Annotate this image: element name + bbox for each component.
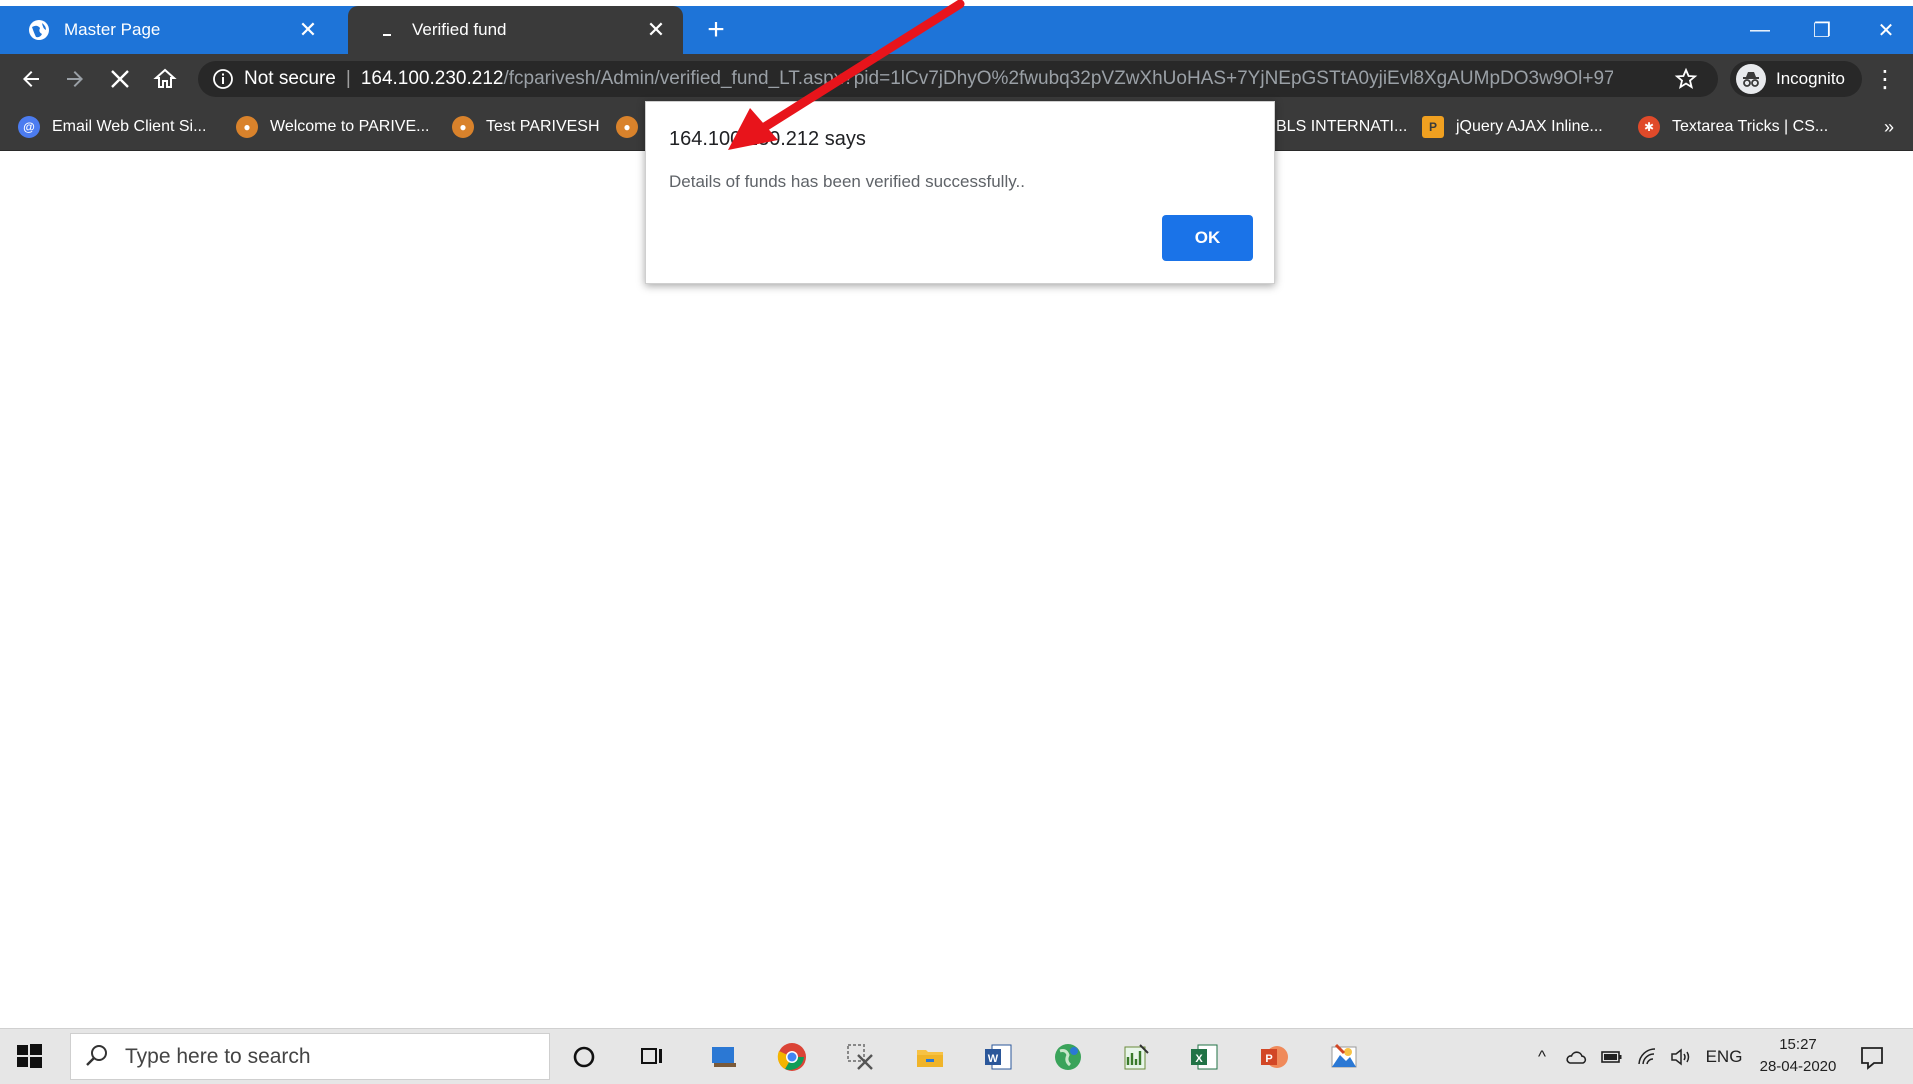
paint-icon[interactable] <box>1326 1039 1362 1075</box>
svg-text:X: X <box>1195 1053 1203 1065</box>
bookmark-label: Welcome to PARIVE... <box>270 118 430 135</box>
bookmark-favicon-icon: ✱ <box>1638 116 1660 138</box>
taskbar-search-box[interactable]: Type here to search <box>70 1033 550 1080</box>
close-window-button[interactable]: ✕ <box>1866 12 1906 48</box>
arrow-left-icon <box>23 71 39 87</box>
bookmark-item[interactable]: ● Test PARIVESH <box>452 112 600 142</box>
notification-icon[interactable] <box>1858 1043 1888 1073</box>
tab-verified-fund[interactable]: Verified fund ✕ <box>348 6 683 54</box>
search-placeholder: Type here to search <box>125 1044 311 1068</box>
bookmark-favicon-icon: P <box>1422 116 1444 138</box>
security-label[interactable]: Not secure <box>244 68 336 90</box>
forward-button[interactable] <box>58 62 92 96</box>
incognito-icon <box>1736 64 1766 94</box>
close-tab-icon[interactable]: ✕ <box>295 17 321 43</box>
bookmark-favicon-icon: ● <box>452 116 474 138</box>
wifi-icon[interactable] <box>1636 1043 1660 1071</box>
bookmark-item[interactable]: @ Email Web Client Si... <box>18 112 206 142</box>
bookmark-favicon-icon: ● <box>616 116 638 138</box>
incognito-badge[interactable]: Incognito <box>1730 61 1862 97</box>
bookmark-favicon-icon: @ <box>18 116 40 138</box>
minimize-button[interactable]: — <box>1740 12 1780 48</box>
tab-title: Verified fund <box>412 20 507 39</box>
tab-title: Master Page <box>64 20 161 39</box>
bookmark-favicon-icon: ● <box>236 116 258 138</box>
red-arrow-annotation <box>728 0 965 150</box>
file-explorer-icon[interactable] <box>912 1039 948 1075</box>
task-view-icon[interactable] <box>634 1039 670 1075</box>
dialog-message: Details of funds has been verified succe… <box>669 172 1025 191</box>
onedrive-icon[interactable] <box>1564 1043 1588 1071</box>
remote-desktop-icon[interactable] <box>706 1039 742 1075</box>
bookmark-label: Test PARIVESH <box>486 118 600 135</box>
clock-time: 15:27 <box>1779 1036 1817 1053</box>
bookmark-label: Email Web Client Si... <box>52 118 207 135</box>
svg-text:W: W <box>988 1053 999 1065</box>
tab-master-page[interactable]: Master Page ✕ <box>0 6 335 54</box>
screenshot-frame: Master Page ✕ Verified fund ✕ + — ❐ ✕ No… <box>0 0 1913 1084</box>
restore-button[interactable]: ❐ <box>1802 12 1842 48</box>
bookmark-item[interactable]: P jQuery AJAX Inline... <box>1422 112 1603 142</box>
loading-icon <box>376 19 398 41</box>
bookmark-label: BLS INTERNATI... <box>1276 118 1408 135</box>
windows-logo-icon <box>17 1044 42 1068</box>
clock-date: 28-04-2020 <box>1759 1058 1837 1075</box>
close-tab-icon[interactable]: ✕ <box>643 17 669 43</box>
arrow-right-icon <box>67 71 83 87</box>
battery-icon[interactable] <box>1600 1043 1624 1071</box>
excel-icon[interactable]: X <box>1186 1039 1222 1075</box>
snipping-tool-icon[interactable] <box>842 1039 878 1075</box>
language-indicator[interactable]: ENG <box>1704 1043 1744 1071</box>
bookmarks-overflow-button[interactable]: » <box>1878 112 1900 142</box>
taskbar-clock[interactable]: 15:27 28-04-2020 <box>1748 1034 1848 1078</box>
bookmark-item[interactable]: ✱ Textarea Tricks | CS... <box>1638 112 1828 142</box>
stop-loading-button[interactable] <box>103 62 137 96</box>
more-menu-icon[interactable]: ⋮ <box>1873 64 1897 94</box>
bookmark-label: jQuery AJAX Inline... <box>1456 118 1603 135</box>
info-icon[interactable] <box>212 68 234 90</box>
search-icon <box>83 1042 113 1072</box>
bookmark-star-icon[interactable] <box>1674 67 1698 91</box>
url-host[interactable]: 164.100.230.212 <box>361 68 504 90</box>
word-icon[interactable]: W <box>980 1039 1016 1075</box>
url-path[interactable]: /fcparivesh/Admin/verified_fund_LT.aspx?… <box>503 68 1613 90</box>
svg-text:P: P <box>1265 1053 1272 1065</box>
url-separator: | <box>345 68 351 89</box>
bookmark-item[interactable]: ● Welcome to PARIVE... <box>236 112 429 142</box>
back-button[interactable] <box>14 62 48 96</box>
notepad-chart-icon[interactable] <box>1118 1039 1154 1075</box>
globe-icon <box>28 19 50 41</box>
powerpoint-icon[interactable]: P <box>1256 1039 1292 1075</box>
windows-start-button[interactable] <box>14 1041 50 1073</box>
cortana-icon[interactable] <box>566 1039 602 1075</box>
bookmark-label: Textarea Tricks | CS... <box>1672 118 1829 135</box>
speaker-icon[interactable] <box>1668 1043 1694 1071</box>
windows-taskbar: Type here to search W X P ^ ENG 15:27 28… <box>0 1028 1913 1084</box>
chevron-up-icon[interactable]: ^ <box>1530 1043 1554 1071</box>
incognito-label: Incognito <box>1776 69 1845 88</box>
chrome-icon[interactable] <box>774 1039 810 1075</box>
home-icon <box>153 68 177 88</box>
home-button[interactable] <box>148 62 182 96</box>
globe-app-icon[interactable] <box>1050 1039 1086 1075</box>
close-icon <box>111 70 129 88</box>
bookmark-item[interactable]: BLS INTERNATI... <box>1276 112 1407 142</box>
ok-button[interactable]: OK <box>1162 215 1253 261</box>
